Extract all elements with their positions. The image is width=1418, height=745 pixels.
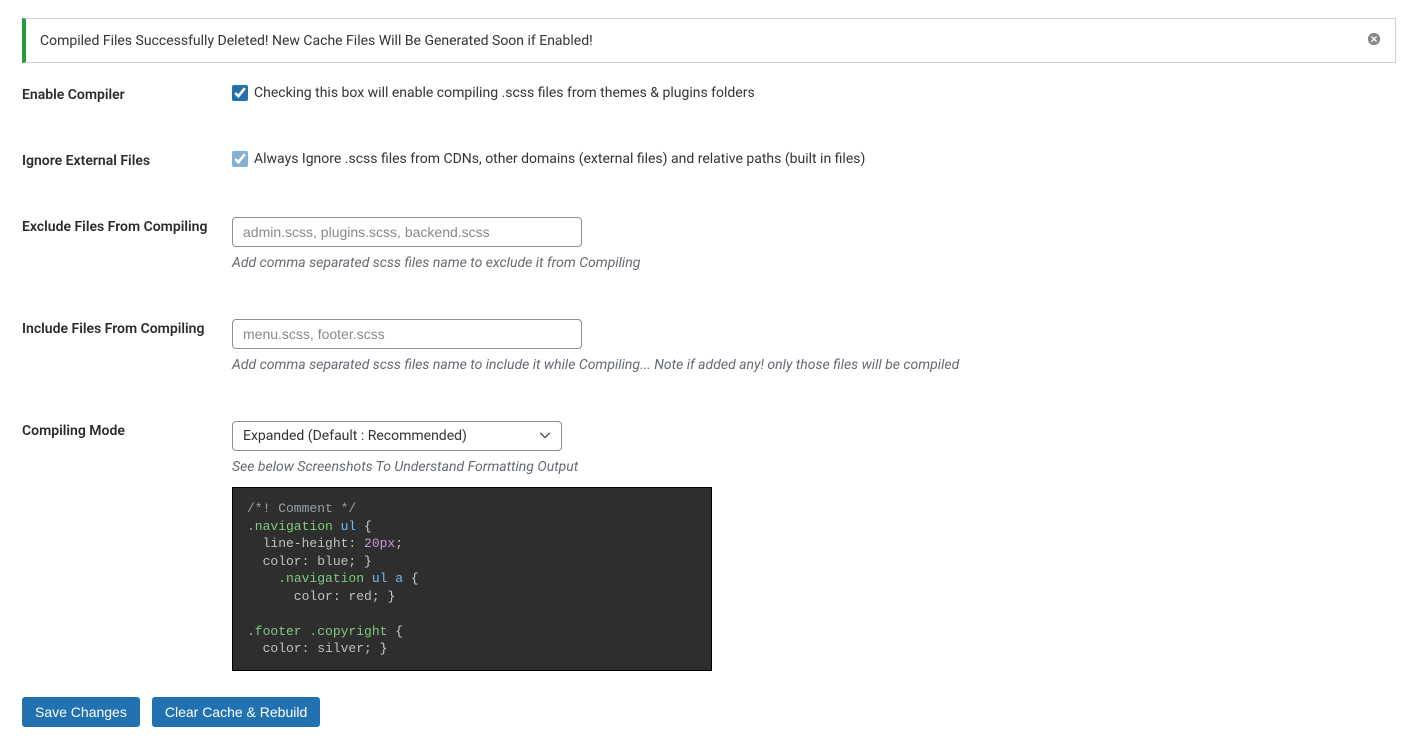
- row-mode: Compiling Mode Expanded (Default : Recom…: [22, 421, 1396, 671]
- clear-cache-button[interactable]: Clear Cache & Rebuild: [152, 697, 320, 727]
- enable-compiler-text: Checking this box will enable compiling …: [254, 85, 755, 101]
- label-mode: Compiling Mode: [22, 421, 232, 439]
- success-notice: Compiled Files Successfully Deleted! New…: [22, 18, 1396, 63]
- form-actions: Save Changes Clear Cache & Rebuild: [22, 697, 1396, 727]
- row-enable-compiler: Enable Compiler Checking this box will e…: [22, 85, 1396, 103]
- exclude-input[interactable]: [232, 217, 582, 247]
- ignore-external-text: Always Ignore .scss files from CDNs, oth…: [254, 151, 865, 167]
- save-button[interactable]: Save Changes: [22, 697, 140, 727]
- enable-compiler-field[interactable]: Checking this box will enable compiling …: [232, 85, 1396, 101]
- notice-message: Compiled Files Successfully Deleted! New…: [40, 33, 593, 49]
- settings-form: Enable Compiler Checking this box will e…: [22, 85, 1396, 727]
- include-help: Add comma separated scss files name to i…: [232, 357, 1396, 373]
- close-icon[interactable]: [1367, 31, 1381, 50]
- label-include: Include Files From Compiling: [22, 319, 232, 337]
- ignore-external-checkbox[interactable]: [232, 151, 248, 167]
- mode-select[interactable]: Expanded (Default : Recommended): [232, 421, 562, 451]
- row-include: Include Files From Compiling Add comma s…: [22, 319, 1396, 373]
- ignore-external-field[interactable]: Always Ignore .scss files from CDNs, oth…: [232, 151, 1396, 167]
- include-input[interactable]: [232, 319, 582, 349]
- code-preview: /*! Comment */ .navigation ul { line-hei…: [232, 487, 712, 671]
- row-exclude: Exclude Files From Compiling Add comma s…: [22, 217, 1396, 271]
- label-enable-compiler: Enable Compiler: [22, 85, 232, 103]
- row-ignore-external: Ignore External Files Always Ignore .scs…: [22, 151, 1396, 169]
- mode-select-value[interactable]: Expanded (Default : Recommended): [232, 421, 562, 451]
- mode-help: See below Screenshots To Understand Form…: [232, 459, 1396, 475]
- enable-compiler-checkbox[interactable]: [232, 85, 248, 101]
- label-ignore-external: Ignore External Files: [22, 151, 232, 169]
- label-exclude: Exclude Files From Compiling: [22, 217, 232, 235]
- exclude-help: Add comma separated scss files name to e…: [232, 255, 1396, 271]
